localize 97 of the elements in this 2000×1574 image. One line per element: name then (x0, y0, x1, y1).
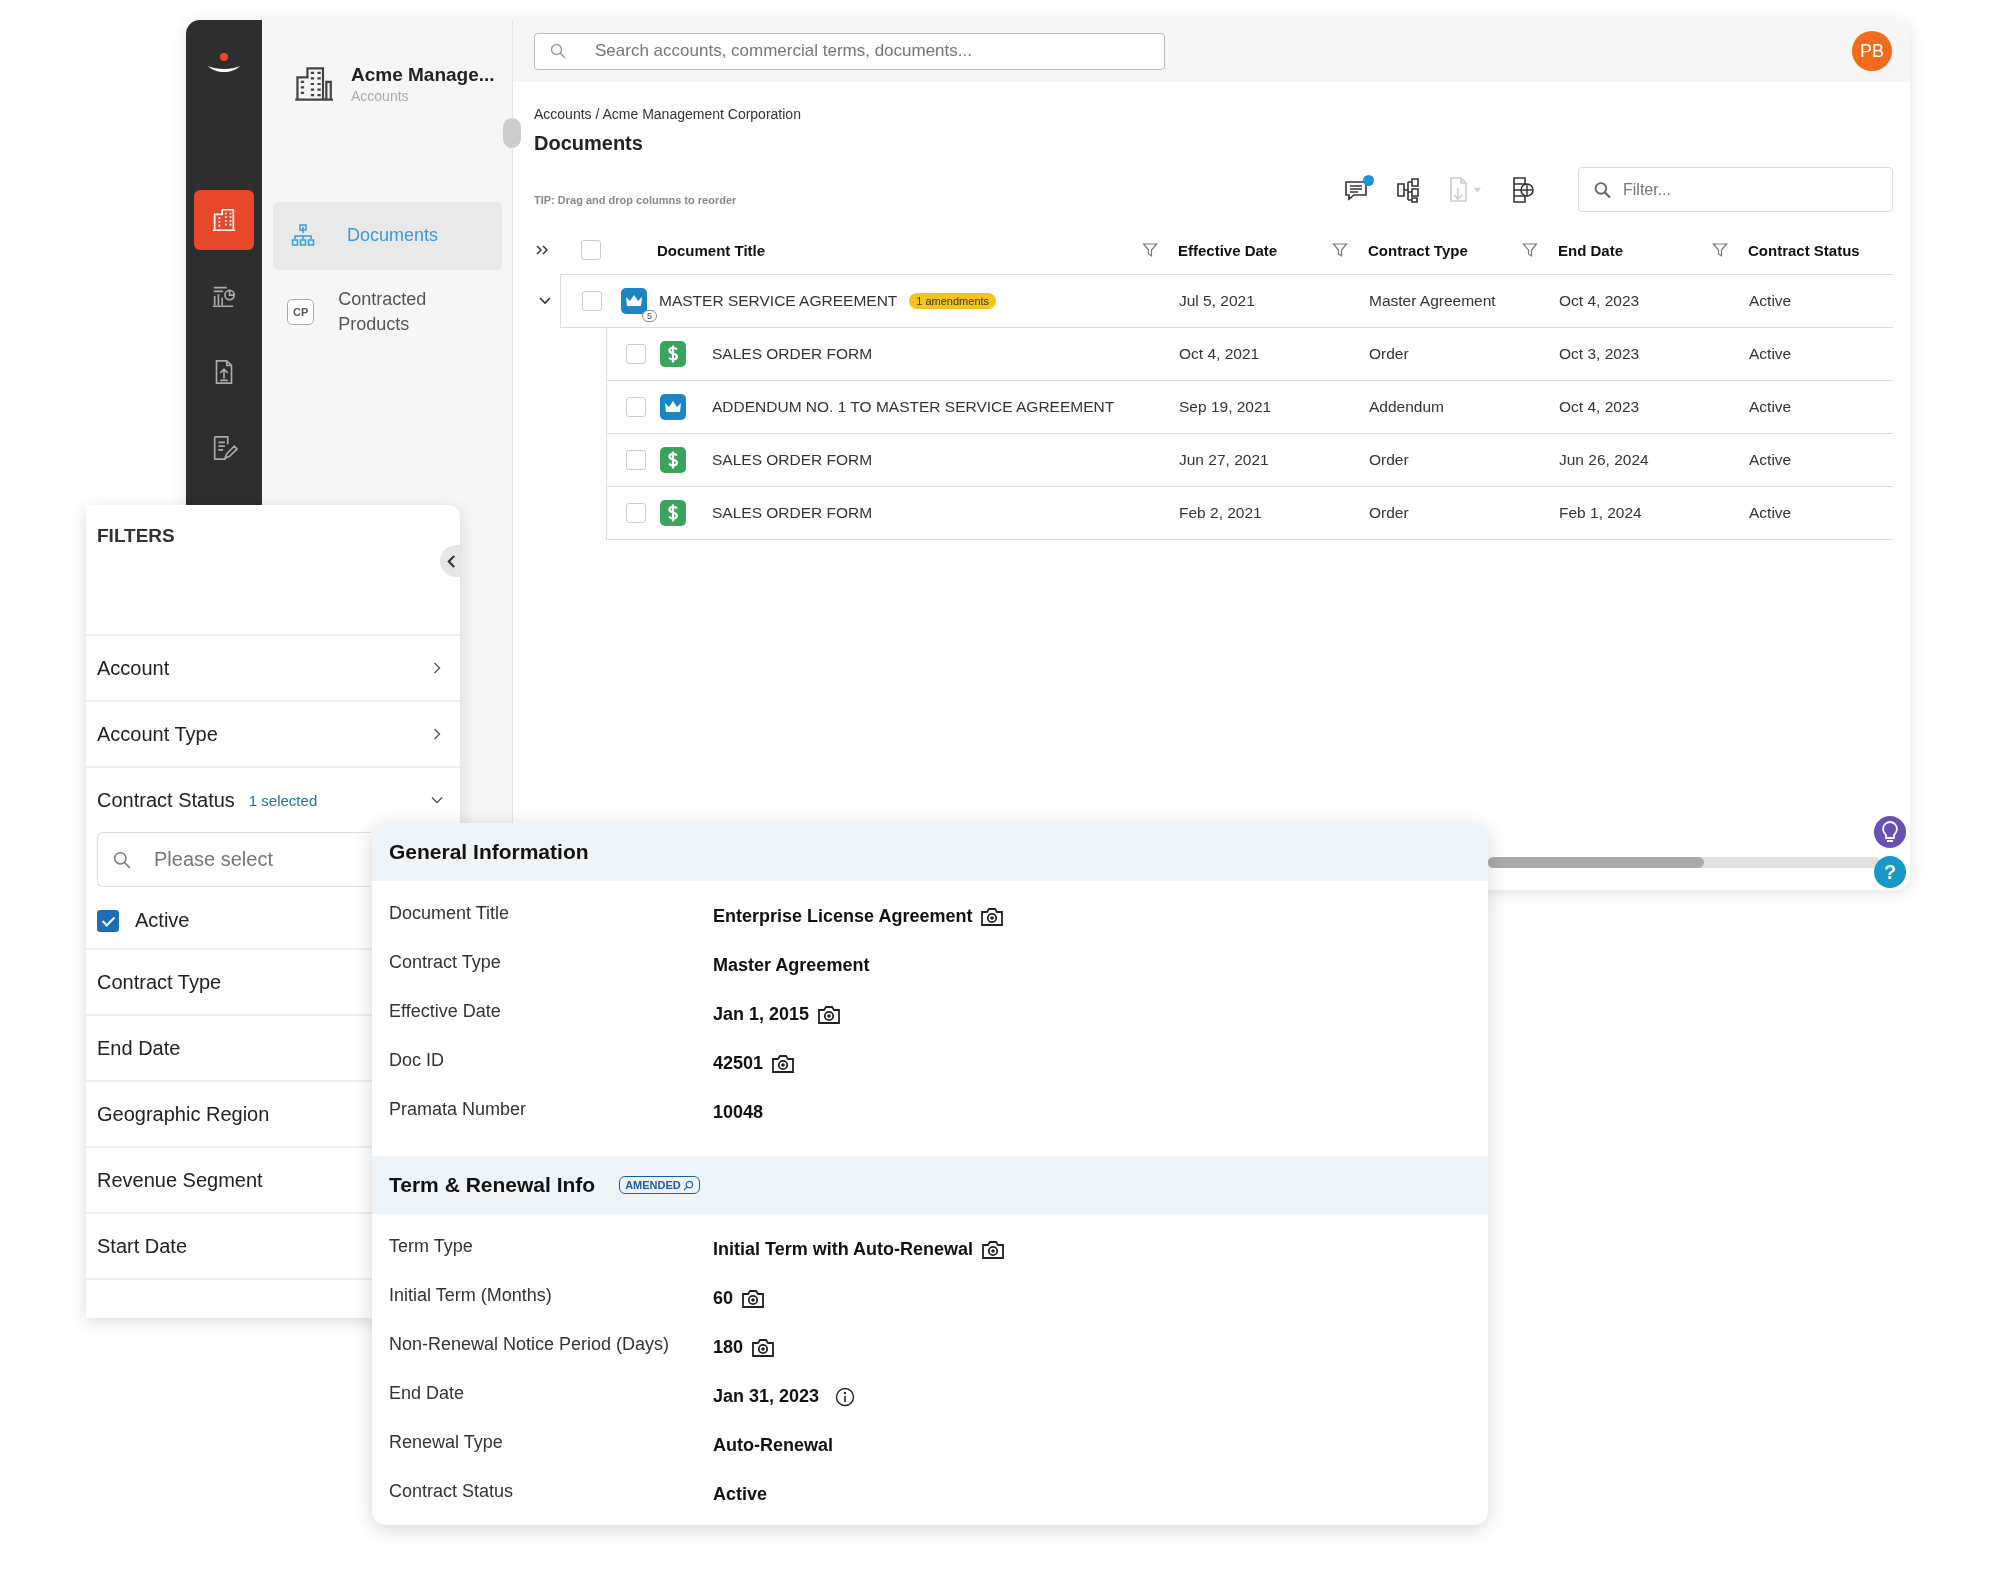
amended-tag[interactable]: AMENDED (619, 1176, 700, 1194)
breadcrumb: Accounts / Acme Management Corporation (534, 106, 801, 122)
column-header[interactable]: Contract Status (1748, 241, 1860, 259)
document-title[interactable]: MASTER SERVICE AGREEMENT (659, 292, 898, 310)
table-cell: Sep 19, 2021 (1179, 398, 1272, 416)
column-header[interactable]: Contract Type (1368, 241, 1468, 259)
camera-icon[interactable] (751, 1337, 776, 1358)
filter-icon[interactable] (1332, 242, 1348, 258)
tag-icon: CP (287, 299, 315, 325)
hierarchy-icon (291, 224, 315, 248)
camera-icon[interactable] (817, 1004, 842, 1025)
table-cell: Master Agreement (1369, 292, 1496, 310)
camera-icon[interactable] (771, 1053, 796, 1074)
filter-field[interactable]: Filter... (1578, 167, 1893, 212)
nav-rail-item[interactable] (194, 190, 254, 250)
field-label: Term Type (389, 1236, 474, 1257)
search-icon (1594, 181, 1611, 198)
filter-section[interactable]: Account Type (86, 702, 460, 766)
field-label: Document Title (389, 903, 511, 924)
table-cell: Order (1369, 504, 1409, 522)
checkbox[interactable] (97, 909, 119, 932)
page-title: Documents (534, 132, 643, 155)
document-title[interactable]: SALES ORDER FORM (712, 345, 873, 363)
camera-icon[interactable] (741, 1288, 766, 1309)
table-cell: Feb 1, 2024 (1559, 504, 1642, 522)
search-field[interactable]: Search accounts, commercial terms, documents... (534, 32, 1165, 70)
table-cell: Order (1369, 345, 1409, 363)
filter-icon[interactable] (1712, 242, 1728, 258)
amendments-badge: 1 amendments (909, 293, 997, 309)
search-icon (113, 850, 131, 869)
table-cell: Jun 27, 2021 (1179, 451, 1269, 469)
field-value: 42501 (713, 1053, 764, 1074)
field-label: Doc ID (389, 1050, 445, 1071)
table-cell: Oct 4, 2021 (1179, 345, 1260, 363)
table-cell: Jun 26, 2024 (1559, 451, 1649, 469)
search-field[interactable]: Please select (97, 832, 371, 887)
table-cell: Active (1749, 292, 1792, 310)
building-icon (210, 206, 238, 234)
field-value: 10048 (713, 1102, 764, 1123)
field-value: 180 (713, 1337, 744, 1358)
search-icon (550, 43, 566, 59)
table-cell: Active (1749, 345, 1792, 363)
table-cell: Oct 3, 2023 (1559, 345, 1640, 363)
section-title: General Information (389, 840, 589, 864)
filter-icon[interactable] (1142, 242, 1158, 258)
building-icon (293, 64, 333, 104)
table-cell: Order (1369, 451, 1409, 469)
panel-title: FILTERS (97, 525, 175, 546)
document-title[interactable]: SALES ORDER FORM (712, 504, 873, 522)
table-cell: Active (1749, 451, 1792, 469)
field-value: Initial Term with Auto-Renewal (713, 1239, 973, 1260)
table-cell: Active (1749, 398, 1792, 416)
notification-dot (1363, 174, 1374, 186)
table-cell: Jul 5, 2021 (1179, 292, 1255, 310)
lightbulb-button[interactable] (1874, 816, 1906, 848)
document-title[interactable]: ADDENDUM NO. 1 TO MASTER SERVICE AGREEMENT (712, 398, 1115, 416)
table-cell: Oct 4, 2023 (1559, 398, 1640, 416)
count-badge: 5 (642, 310, 657, 322)
filter-icon[interactable] (1522, 242, 1538, 258)
table-cell: Active (1749, 504, 1792, 522)
camera-icon[interactable] (980, 906, 1005, 927)
field-label: Effective Date (389, 1001, 502, 1022)
sidebar-item[interactable]: CP Contracted Products (273, 278, 502, 346)
table-cell: Oct 4, 2023 (1559, 292, 1640, 310)
field-value: Master Agreement (713, 955, 870, 976)
field-label: End Date (389, 1383, 466, 1404)
tip-text: TIP: Drag and drop columns to reorder (534, 193, 737, 206)
field-value: Auto-Renewal (713, 1435, 833, 1456)
camera-icon[interactable] (981, 1239, 1005, 1260)
table-cell: Addendum (1369, 398, 1444, 416)
field-label: Contract Type (389, 952, 502, 973)
account-name: Acme Manage... (351, 64, 495, 86)
filter-section[interactable]: Contract Status 1 selected (86, 768, 460, 832)
scrollbar[interactable] (1488, 857, 1880, 868)
field-value: Enterprise License Agreement (713, 906, 973, 927)
option-label[interactable]: Active (135, 909, 190, 932)
search-icon (682, 1179, 694, 1191)
column-header[interactable]: End Date (1558, 241, 1623, 259)
field-label: Initial Term (Months) (389, 1285, 553, 1306)
collapse-button[interactable] (440, 545, 462, 577)
document-title[interactable]: SALES ORDER FORM (712, 451, 873, 469)
account-subtitle: Accounts (351, 88, 410, 104)
table-cell: Feb 2, 2021 (1179, 504, 1262, 522)
field-label: Contract Status (389, 1481, 515, 1502)
info-icon[interactable] (835, 1386, 856, 1407)
column-header[interactable]: Document Title (657, 241, 766, 259)
field-label: Pramata Number (389, 1099, 528, 1120)
field-value: Jan 31, 2023 (713, 1386, 820, 1407)
field-value: 60 (713, 1288, 734, 1309)
filter-section[interactable]: Account (86, 636, 460, 700)
field-label: Non-Renewal Notice Period (Days) (389, 1334, 671, 1355)
chevron-left-icon (446, 554, 456, 568)
field-value: Active (713, 1484, 768, 1505)
column-header[interactable]: Effective Date (1178, 241, 1278, 259)
field-label: Renewal Type (389, 1432, 504, 1453)
section-title: Term & Renewal Info (389, 1173, 596, 1197)
field-value: Jan 1, 2015 (713, 1004, 810, 1025)
